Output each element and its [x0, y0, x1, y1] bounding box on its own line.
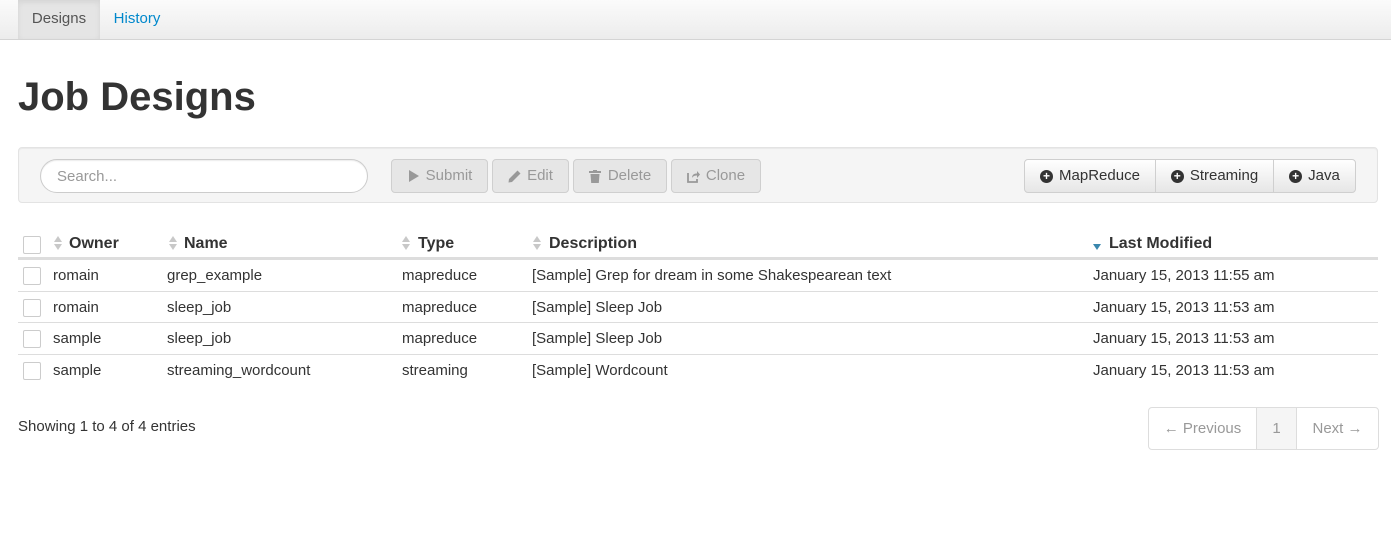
submit-button[interactable]: Submit: [391, 159, 488, 193]
name-cell: sleep_job: [167, 330, 232, 347]
type-cell: mapreduce: [402, 267, 478, 284]
type-cell: mapreduce: [402, 299, 478, 316]
streaming-label: Streaming: [1189, 167, 1259, 184]
play-icon: [407, 170, 420, 183]
table-row[interactable]: romain sleep_job mapreduce [Sample] Slee…: [18, 291, 1378, 323]
description-cell: [Sample] Wordcount: [532, 362, 668, 379]
pencil-icon: [508, 170, 521, 183]
sort-icon[interactable]: [54, 236, 63, 252]
edit-label: Edit: [527, 167, 553, 184]
sort-icon[interactable]: [533, 236, 542, 252]
table-row[interactable]: sample sleep_job mapreduce [Sample] Slee…: [18, 322, 1378, 354]
table-header: Owner Name Type Description Last Modifie…: [18, 228, 1378, 259]
description-cell: [Sample] Sleep Job: [532, 299, 663, 316]
owner-cell: romain: [53, 267, 99, 284]
new-streaming-button[interactable]: + Streaming: [1155, 159, 1274, 193]
edit-button[interactable]: Edit: [492, 159, 569, 193]
mapreduce-label: MapReduce: [1059, 167, 1140, 184]
name-cell: streaming_wordcount: [167, 362, 311, 379]
row-checkbox[interactable]: [23, 299, 41, 317]
column-header-name[interactable]: Name: [184, 228, 228, 259]
delete-button[interactable]: Delete: [573, 159, 667, 193]
previous-page-button[interactable]: ← Previous: [1149, 408, 1257, 449]
share-icon: [686, 170, 700, 183]
column-header-owner[interactable]: Owner: [69, 228, 119, 259]
select-all-checkbox[interactable]: [23, 236, 41, 254]
owner-cell: romain: [53, 299, 99, 316]
toolbar: Submit Edit Delete Clone + MapReduce + S…: [18, 147, 1378, 203]
row-checkbox[interactable]: [23, 330, 41, 348]
last-modified-cell: January 15, 2013 11:55 am: [1093, 267, 1275, 284]
column-header-type[interactable]: Type: [418, 228, 454, 259]
row-checkbox[interactable]: [23, 267, 41, 285]
trash-icon: [589, 169, 602, 183]
name-cell: sleep_job: [167, 299, 232, 316]
tab-history[interactable]: History: [100, 0, 174, 39]
next-page-button[interactable]: Next →: [1297, 408, 1378, 449]
java-label: Java: [1308, 167, 1340, 184]
column-header-last-modified[interactable]: Last Modified: [1109, 228, 1212, 259]
plus-circle-icon: +: [1170, 169, 1184, 183]
table-row[interactable]: romain grep_example mapreduce [Sample] G…: [18, 259, 1378, 291]
sort-icon[interactable]: [169, 236, 178, 252]
row-checkbox[interactable]: [23, 362, 41, 380]
sort-desc-icon[interactable]: [1093, 236, 1102, 252]
new-java-button[interactable]: + Java: [1273, 159, 1356, 193]
submit-label: Submit: [425, 167, 473, 184]
owner-cell: sample: [53, 362, 102, 379]
sort-icon[interactable]: [402, 236, 411, 252]
owner-cell: sample: [53, 330, 102, 347]
last-modified-cell: January 15, 2013 11:53 am: [1093, 299, 1275, 316]
description-cell: [Sample] Sleep Job: [532, 330, 663, 347]
plus-circle-icon: +: [1040, 169, 1054, 183]
tab-designs[interactable]: Designs: [18, 0, 100, 39]
clone-button[interactable]: Clone: [671, 159, 761, 193]
column-header-description[interactable]: Description: [549, 228, 637, 259]
pagination: ← Previous 1 Next →: [1148, 407, 1379, 450]
type-cell: streaming: [402, 362, 468, 379]
plus-circle-icon: +: [1289, 169, 1303, 183]
search-input[interactable]: [40, 159, 368, 193]
clone-label: Clone: [705, 167, 746, 184]
page-1-button[interactable]: 1: [1257, 408, 1297, 449]
entries-info: Showing 1 to 4 of 4 entries: [18, 418, 196, 435]
table-row[interactable]: sample streaming_wordcount streaming [Sa…: [18, 354, 1378, 386]
page-title: Job Designs: [18, 75, 256, 119]
new-mapreduce-button[interactable]: + MapReduce: [1024, 159, 1156, 193]
last-modified-cell: January 15, 2013 11:53 am: [1093, 362, 1275, 379]
type-cell: mapreduce: [402, 330, 478, 347]
last-modified-cell: January 15, 2013 11:53 am: [1093, 330, 1275, 347]
name-cell: grep_example: [167, 267, 263, 284]
delete-label: Delete: [607, 167, 652, 184]
description-cell: [Sample] Grep for dream in some Shakespe…: [532, 267, 892, 284]
top-navigation: Designs History: [0, 0, 1391, 40]
